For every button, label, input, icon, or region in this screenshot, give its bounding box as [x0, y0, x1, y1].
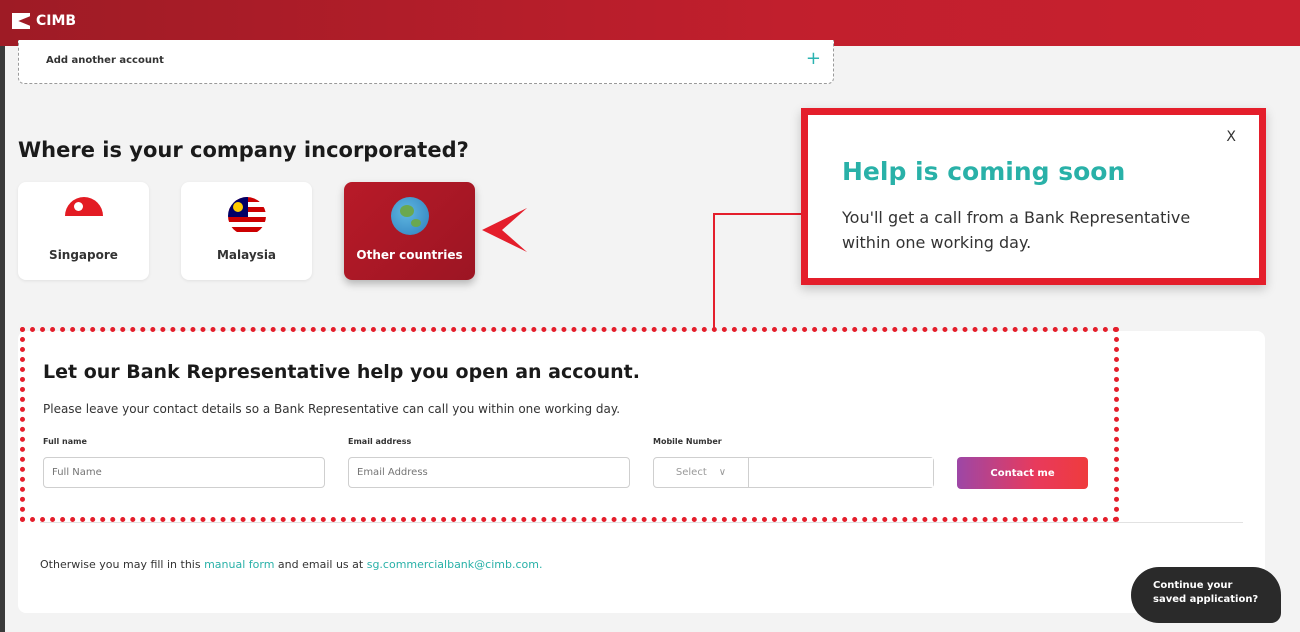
- country-name: Other countries: [356, 248, 463, 262]
- mobile-number-label: Mobile Number: [653, 437, 722, 446]
- cimb-logo[interactable]: CIMB: [12, 13, 76, 29]
- malaysia-flag-icon: [227, 197, 266, 235]
- close-icon[interactable]: X: [1226, 129, 1236, 145]
- full-name-label: Full name: [43, 437, 87, 446]
- chevron-down-icon: ∨: [718, 467, 727, 478]
- pointer-arrow-icon: [482, 208, 527, 252]
- full-name-input[interactable]: [43, 457, 325, 488]
- country-name: Malaysia: [216, 248, 277, 262]
- plus-icon[interactable]: +: [806, 48, 821, 69]
- mobile-number-input[interactable]: [749, 458, 933, 487]
- email-link[interactable]: sg.commercialbank@cimb.com.: [367, 558, 543, 571]
- brand-name: CIMB: [36, 13, 77, 29]
- continue-line-2: saved application?: [1153, 594, 1259, 605]
- country-name: Singapore: [49, 248, 118, 262]
- country-code-select[interactable]: Select ∨: [654, 458, 749, 487]
- alternative-text-middle: and email us at: [274, 558, 367, 571]
- alternative-instructions: Otherwise you may fill in this manual fo…: [40, 558, 542, 571]
- country-code-value: Select: [675, 467, 707, 478]
- country-card-malaysia[interactable]: Malaysia: [181, 182, 312, 280]
- country-card-other-countries[interactable]: Other countries: [344, 182, 475, 280]
- email-input[interactable]: [348, 457, 630, 488]
- help-popup: X Help is coming soon You'll get a call …: [801, 108, 1266, 285]
- add-account-label: Add another account: [46, 55, 164, 66]
- rep-form-subtitle: Please leave your contact details so a B…: [43, 402, 621, 416]
- rep-form-title: Let our Bank Representative help you ope…: [43, 361, 640, 383]
- help-popup-title: Help is coming soon: [842, 157, 1126, 186]
- singapore-flag-icon: [64, 197, 103, 235]
- callout-connector-line: [713, 213, 715, 329]
- globe-icon: [390, 197, 429, 235]
- contact-me-button[interactable]: Contact me: [957, 457, 1088, 489]
- incorporation-question: Where is your company incorporated?: [18, 138, 469, 162]
- country-card-singapore[interactable]: Singapore: [18, 182, 149, 280]
- alternative-text-prefix: Otherwise you may fill in this: [40, 558, 205, 571]
- card-divider: [40, 522, 1243, 523]
- continue-line-1: Continue your: [1153, 580, 1233, 591]
- add-another-account-row[interactable]: Add another account +: [18, 40, 834, 84]
- mobile-number-field: Select ∨: [653, 457, 934, 488]
- email-label: Email address: [348, 437, 412, 446]
- left-edge-border: [0, 46, 5, 632]
- callout-connector-line-horizontal: [713, 213, 803, 215]
- manual-form-link[interactable]: manual form: [204, 558, 274, 571]
- help-popup-text: You'll get a call from a Bank Representa…: [842, 208, 1191, 252]
- continue-saved-application-button[interactable]: Continue your saved application?: [1131, 567, 1281, 623]
- cimb-logo-icon: [12, 13, 30, 29]
